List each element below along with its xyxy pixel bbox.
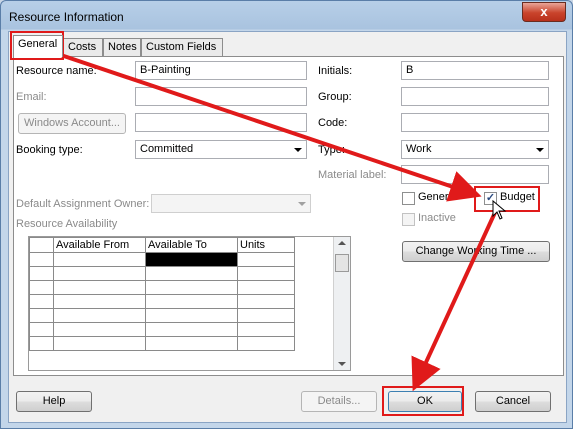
grid-cell[interactable]	[53, 308, 146, 323]
grid-cell[interactable]	[53, 252, 146, 267]
booking-type-value: Committed	[140, 143, 194, 155]
scroll-up-icon[interactable]	[338, 241, 346, 245]
change-working-time-button[interactable]: Change Working Time ...	[402, 241, 550, 262]
resource-availability-label: Resource Availability	[16, 218, 118, 230]
initials-label: Initials:	[318, 65, 353, 77]
generic-checkbox[interactable]	[402, 192, 415, 205]
inactive-checkbox[interactable]	[402, 213, 415, 226]
availability-table: Available From Available To Units	[29, 237, 295, 351]
resource-name-field[interactable]: B-Painting	[135, 61, 307, 80]
table-row[interactable]	[29, 322, 295, 337]
resource-information-dialog: Resource Information x General Costs Not…	[0, 0, 573, 429]
details-button[interactable]: Details...	[301, 391, 377, 412]
grid-cell[interactable]	[53, 280, 146, 295]
row-header-cell	[29, 266, 54, 281]
table-row[interactable]	[29, 336, 295, 351]
default-owner-select[interactable]	[151, 194, 311, 213]
group-label: Group:	[318, 91, 352, 103]
general-tab-panel: Resource name: B-Painting Email: Windows…	[13, 56, 564, 376]
code-field[interactable]	[401, 113, 549, 132]
tab-general[interactable]: General	[13, 35, 63, 57]
column-header-available-to[interactable]: Available To	[145, 237, 238, 253]
grid-cell[interactable]	[145, 308, 238, 323]
grid-cell[interactable]	[237, 308, 295, 323]
row-header-cell	[29, 252, 54, 267]
tab-custom-fields[interactable]: Custom Fields	[141, 38, 223, 56]
windows-account-button[interactable]: Windows Account...	[18, 113, 126, 134]
email-label: Email:	[16, 91, 47, 103]
scroll-thumb[interactable]	[335, 254, 349, 272]
row-header-cell	[29, 294, 54, 309]
type-value: Work	[406, 143, 432, 155]
grid-cell[interactable]	[53, 266, 146, 281]
generic-label: Generic	[418, 191, 457, 203]
row-header-cell	[29, 308, 54, 323]
highlight-budget-checkbox	[474, 186, 540, 212]
availability-header-row: Available From Available To Units	[29, 237, 295, 253]
grid-cell[interactable]	[237, 280, 295, 295]
type-select[interactable]: Work	[401, 140, 549, 159]
material-label-field[interactable]	[401, 165, 549, 184]
grid-cell[interactable]	[237, 266, 295, 281]
grid-cell[interactable]	[237, 294, 295, 309]
table-row[interactable]	[29, 266, 295, 281]
grid-cell[interactable]	[237, 336, 295, 351]
initials-field[interactable]: B	[401, 61, 549, 80]
grid-cell[interactable]	[53, 322, 146, 337]
booking-type-select[interactable]: Committed	[135, 140, 307, 159]
cancel-button[interactable]: Cancel	[475, 391, 551, 412]
table-row[interactable]	[29, 308, 295, 323]
column-header-available-from[interactable]: Available From	[53, 237, 146, 253]
row-header-cell	[29, 237, 54, 253]
grid-cell[interactable]	[145, 280, 238, 295]
grid-cell[interactable]	[237, 322, 295, 337]
column-header-units[interactable]: Units	[237, 237, 295, 253]
dialog-client: General Costs Notes Custom Fields Resour…	[8, 31, 567, 423]
row-header-cell	[29, 280, 54, 295]
table-row[interactable]	[29, 280, 295, 295]
type-label: Type:	[318, 144, 345, 156]
tab-notes[interactable]: Notes	[103, 38, 141, 56]
close-button[interactable]: x	[522, 2, 566, 22]
table-row[interactable]	[29, 252, 295, 267]
grid-cell[interactable]	[53, 294, 146, 309]
availability-scrollbar[interactable]	[333, 237, 350, 370]
tab-costs[interactable]: Costs	[63, 38, 103, 56]
dialog-title: Resource Information	[9, 10, 124, 24]
windows-account-field[interactable]	[135, 113, 307, 132]
highlight-ok-button	[382, 386, 464, 416]
chevron-down-icon	[536, 148, 544, 152]
row-header-cell	[29, 336, 54, 351]
grid-cell[interactable]	[145, 294, 238, 309]
grid-cell-selected[interactable]	[145, 252, 238, 267]
chevron-down-icon	[294, 148, 302, 152]
booking-type-label: Booking type:	[16, 144, 83, 156]
scroll-down-icon[interactable]	[338, 362, 346, 366]
group-field[interactable]	[401, 87, 549, 106]
material-label-label: Material label:	[318, 169, 387, 181]
default-owner-label: Default Assignment Owner:	[16, 198, 150, 210]
grid-cell[interactable]	[145, 266, 238, 281]
table-row[interactable]	[29, 294, 295, 309]
availability-grid[interactable]: Available From Available To Units	[28, 236, 351, 371]
help-button[interactable]: Help	[16, 391, 92, 412]
inactive-label: Inactive	[418, 212, 456, 224]
resource-name-label: Resource name:	[16, 65, 97, 77]
code-label: Code:	[318, 117, 348, 129]
grid-cell[interactable]	[237, 252, 295, 267]
grid-cell[interactable]	[145, 336, 238, 351]
grid-cell[interactable]	[145, 322, 238, 337]
chevron-down-icon	[298, 202, 306, 206]
email-field[interactable]	[135, 87, 307, 106]
grid-cell[interactable]	[53, 336, 146, 351]
row-header-cell	[29, 322, 54, 337]
title-bar: Resource Information x	[1, 1, 572, 31]
